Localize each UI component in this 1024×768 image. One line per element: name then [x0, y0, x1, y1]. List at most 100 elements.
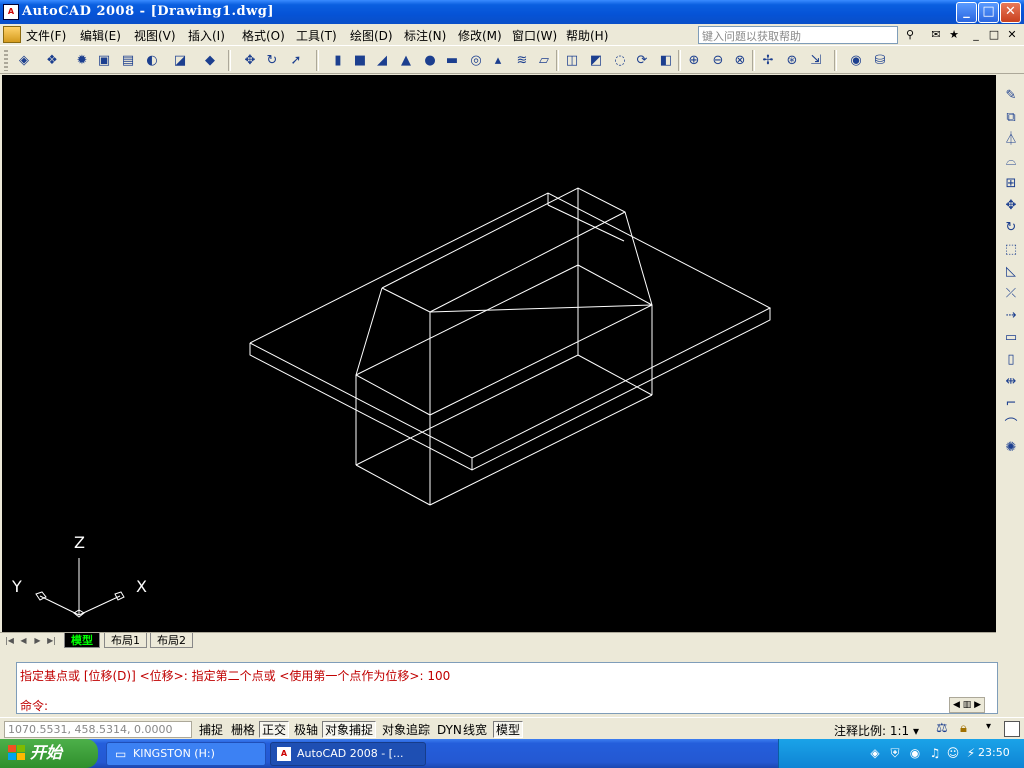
- clean-screen-icon[interactable]: [1004, 721, 1020, 737]
- antivirus-icon[interactable]: ⛨: [887, 745, 903, 761]
- camera-icon[interactable]: ◉: [846, 51, 866, 70]
- messenger-icon[interactable]: ☺: [945, 745, 961, 761]
- taskbar-item-autocad[interactable]: A AutoCAD 2008 - [...: [270, 742, 426, 766]
- help-search-input[interactable]: 键入问题以获取帮助: [698, 26, 898, 44]
- cylinder-icon[interactable]: ▬: [442, 51, 462, 70]
- cone-icon[interactable]: ▲: [396, 51, 416, 70]
- rotate-icon[interactable]: ↻: [1001, 218, 1021, 238]
- menu-insert[interactable]: 插入(I): [188, 27, 225, 44]
- maximize-button[interactable]: □: [978, 2, 999, 23]
- command-box[interactable]: 指定基点或 [位移(D)] <位移>: 指定第二个点或 <使用第一个点作为位移>…: [16, 662, 998, 714]
- 3d-align-icon[interactable]: ⇲: [806, 51, 826, 70]
- chevron-down-icon[interactable]: ▾: [913, 724, 919, 738]
- move-icon[interactable]: ✥: [1001, 196, 1021, 216]
- break-icon[interactable]: ▯: [1001, 350, 1021, 370]
- grid-toggle[interactable]: 栅格: [228, 721, 258, 738]
- menu-help[interactable]: 帮助(H): [566, 27, 608, 44]
- security-icon[interactable]: ◉: [907, 745, 923, 761]
- toolbar-grip[interactable]: [4, 50, 8, 71]
- menu-view[interactable]: 视图(V): [134, 27, 176, 44]
- polysolid-icon[interactable]: ▮: [328, 51, 348, 70]
- 3d-move-icon[interactable]: ✢: [758, 51, 778, 70]
- copy-icon[interactable]: ⧉: [1001, 108, 1021, 128]
- last-tab-icon[interactable]: ▶|: [46, 635, 57, 647]
- start-button[interactable]: 开始: [0, 739, 98, 768]
- trim-icon[interactable]: ⤫: [1001, 284, 1021, 304]
- offset-icon[interactable]: ⌓: [1001, 152, 1021, 172]
- menu-modify[interactable]: 修改(M): [458, 27, 502, 44]
- materials-icon[interactable]: ▣: [94, 51, 114, 70]
- drawing-area[interactable]: Z Y X: [2, 75, 996, 632]
- torus-icon[interactable]: ◎: [466, 51, 486, 70]
- scale-icon[interactable]: ⬚: [1001, 240, 1021, 260]
- menu-file[interactable]: 文件(F): [26, 27, 66, 44]
- lock-icon[interactable]: 🔒︎: [960, 721, 967, 736]
- render-icon[interactable]: ❖: [42, 51, 62, 70]
- explode-icon[interactable]: ✺: [1001, 438, 1021, 458]
- presspull-icon[interactable]: ◩: [586, 51, 606, 70]
- doc-restore-button[interactable]: □: [986, 27, 1002, 43]
- subtract-icon[interactable]: ⊖: [708, 51, 728, 70]
- osnap-toggle[interactable]: 对象捕捉: [322, 721, 377, 738]
- render-presets-icon[interactable]: ◆: [200, 51, 220, 70]
- fillet-icon[interactable]: ⌒: [1001, 416, 1021, 436]
- menu-format[interactable]: 格式(O): [242, 27, 285, 44]
- 3d-navigate-icon[interactable]: ◈: [14, 51, 34, 70]
- search-icon[interactable]: ⚲: [902, 27, 918, 43]
- break-at-point-icon[interactable]: ▭: [1001, 328, 1021, 348]
- 3d-rotate-icon[interactable]: ⊛: [782, 51, 802, 70]
- lineweight-toggle[interactable]: 线宽: [460, 721, 490, 738]
- menu-draw[interactable]: 绘图(D): [350, 27, 393, 44]
- doc-minimize-button[interactable]: _: [968, 27, 984, 43]
- tab-layout1[interactable]: 布局1: [104, 633, 147, 648]
- volume-icon[interactable]: ♫: [927, 745, 943, 761]
- command-scrollbar[interactable]: ◀ ▥ ▶: [949, 697, 985, 713]
- render-window-icon[interactable]: ▤: [118, 51, 138, 70]
- mirror-icon[interactable]: ⏃: [1001, 130, 1021, 150]
- annotation-visibility-icon[interactable]: ⚖: [936, 721, 948, 736]
- walk-icon[interactable]: ⛁: [870, 51, 890, 70]
- join-icon[interactable]: ⇹: [1001, 372, 1021, 392]
- wedge-icon[interactable]: ◢: [372, 51, 392, 70]
- communication-center-icon[interactable]: ✉: [928, 27, 944, 43]
- stretch-icon[interactable]: ◺: [1001, 262, 1021, 282]
- helix-icon[interactable]: ≋: [512, 51, 532, 70]
- array-icon[interactable]: ⊞: [1001, 174, 1021, 194]
- polar-toggle[interactable]: 极轴: [291, 721, 321, 738]
- ortho-toggle[interactable]: 正交: [259, 721, 290, 738]
- taskbar-item-kingston[interactable]: ▭ KINGSTON (H:): [106, 742, 266, 766]
- prev-tab-icon[interactable]: ◀: [18, 635, 29, 647]
- annotation-scale-value[interactable]: 1:1: [890, 724, 909, 738]
- render-region-icon[interactable]: ◪: [170, 51, 190, 70]
- loft-icon[interactable]: ◧: [656, 51, 676, 70]
- chevron-down-icon[interactable]: ▾: [986, 721, 991, 732]
- minimize-button[interactable]: _: [956, 2, 977, 23]
- otrack-toggle[interactable]: 对象追踪: [379, 721, 433, 738]
- orbit-icon[interactable]: ✥: [240, 51, 260, 70]
- favorites-star-icon[interactable]: ★: [946, 27, 962, 43]
- model-toggle[interactable]: 模型: [493, 721, 524, 738]
- first-tab-icon[interactable]: |◀: [4, 635, 15, 647]
- clock[interactable]: 23:50: [978, 746, 1010, 759]
- document-icon[interactable]: [3, 26, 21, 43]
- pyramid-icon[interactable]: ▴: [488, 51, 508, 70]
- next-tab-icon[interactable]: ▶: [32, 635, 43, 647]
- extend-icon[interactable]: ⇢: [1001, 306, 1021, 326]
- intersect-icon[interactable]: ⊗: [730, 51, 750, 70]
- menu-window[interactable]: 窗口(W): [512, 27, 557, 44]
- menu-edit[interactable]: 编辑(E): [80, 27, 121, 44]
- box-icon[interactable]: ■: [350, 51, 370, 70]
- erase-icon[interactable]: ✎: [1001, 86, 1021, 106]
- doc-close-button[interactable]: ✕: [1004, 27, 1020, 43]
- network-icon[interactable]: ◈: [867, 745, 883, 761]
- extrude-icon[interactable]: ◫: [562, 51, 582, 70]
- sphere-icon[interactable]: ●: [420, 51, 440, 70]
- close-button[interactable]: ✕: [1000, 2, 1021, 23]
- chamfer-icon[interactable]: ⌐: [1001, 394, 1021, 414]
- tab-model[interactable]: 模型: [64, 633, 100, 648]
- free-orbit-icon[interactable]: ↻: [262, 51, 282, 70]
- sun-properties-icon[interactable]: ◐: [142, 51, 162, 70]
- menu-dimension[interactable]: 标注(N): [404, 27, 446, 44]
- lights-icon[interactable]: ✹: [72, 51, 92, 70]
- union-icon[interactable]: ⊕: [684, 51, 704, 70]
